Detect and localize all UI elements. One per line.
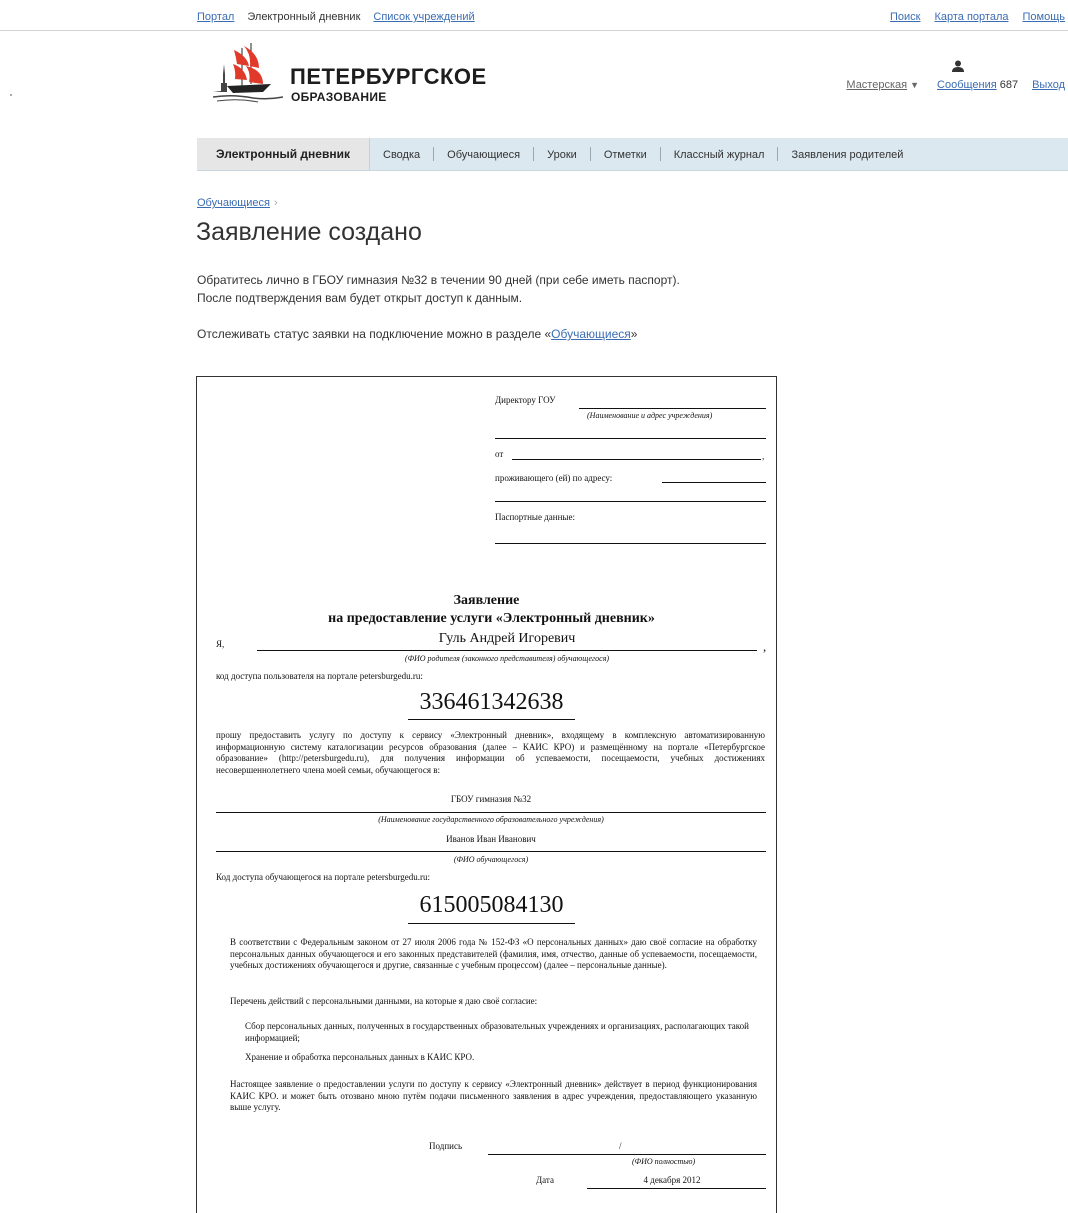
action-1: Сбор персональных данных, полученных в г… [245,1021,749,1043]
track-prefix: Отслеживать статус заявки на подключение… [197,327,552,341]
track-suffix: » [630,327,638,341]
document-title: Заявление [453,593,520,608]
ship-logo-icon [213,43,283,103]
fullname-hint: (ФИО полностью) [632,1157,696,1166]
signature-line [488,1154,766,1155]
student-code-label: Код доступа обучающегося на портале pete… [216,872,430,882]
user-icon[interactable] [952,60,964,72]
top-navigation: Портал Электронный дневник Список учрежден… [0,0,1068,31]
chevron-down-icon[interactable]: ▼ [910,80,919,90]
track-status-text: Отслеживать статус заявки на подключение… [197,327,637,341]
document-subtitle: на предоставление услуги «Электронный дн… [328,611,655,626]
school-line [216,812,766,813]
date-label: Дата [536,1175,554,1185]
validity-text: Настоящее заявление о предоставлении усл… [230,1079,757,1112]
from-comma: , [762,451,765,461]
director-hint: (Наименование и адрес учреждения) [587,411,713,420]
menu-separator [777,147,779,161]
info-line-2: После подтверждения вам будет открыт дос… [197,291,523,305]
date-value: 4 декабря 2012 [643,1175,701,1185]
application-document: Директору ГОУ (Наименование и адрес учре… [196,376,777,1213]
site-logo[interactable]: ПЕТЕРБУРГСКОЕ ОБРАЗОВАНИЕ [213,42,486,104]
menu-active-diary[interactable]: Электронный дневник [197,138,370,170]
residing-label: проживающего (ей) по адресу: [495,473,613,483]
address-line-1 [662,482,766,483]
date-line [587,1188,766,1189]
parent-hint: (ФИО родителя (законного представителя) … [404,654,610,663]
messages-link[interactable]: Сообщения [937,79,997,91]
from-label: от [495,449,504,459]
breadcrumb: Обучающиеся › [197,197,278,209]
track-students-link[interactable]: Обучающиеся [551,327,631,341]
user-area: Мастерская ▼ Сообщения 687 Выход [825,60,1065,100]
menu-item-lessons[interactable]: Уроки [547,149,577,161]
passport-line [495,543,766,544]
passport-label: Паспортные данные: [495,512,575,522]
student-access-code: 615005084130 [419,892,564,918]
menu-separator [533,147,535,161]
from-line [512,459,761,460]
info-line-1: Обратитесь лично в ГБОУ гимназия №32 в т… [197,273,680,287]
student-line [216,851,766,852]
user-code-line [408,719,575,720]
portal-link[interactable]: Портал [197,11,234,23]
menu-separator [433,147,435,161]
top-nav-left: Портал Электронный дневник Список учрежден… [197,11,488,23]
logout-link[interactable]: Выход [1032,79,1065,91]
actions-label: Перечень действий с персональными данным… [230,996,538,1006]
workshop-menu[interactable]: Мастерская [846,79,907,91]
search-link[interactable]: Поиск [890,11,920,23]
decorative-dot [10,94,12,96]
institution-line [495,438,766,439]
student-name: Иванов Иван Иванович [446,834,536,844]
parent-name: Гуль Андрей Игоревич [438,631,576,646]
diary-link-current: Электронный дневник [247,11,361,23]
student-code-line [408,923,575,924]
logo-subtitle: ОБРАЗОВАНИЕ [291,90,387,104]
top-nav-right: Поиск Карта портала Помощь [876,11,1065,23]
breadcrumb-students-link[interactable]: Обучающиеся [197,197,270,209]
student-hint: (ФИО обучающегося) [453,855,529,864]
parent-line [257,650,757,651]
sitemap-link[interactable]: Карта портала [934,11,1008,23]
menu-item-class-journal[interactable]: Классный журнал [674,149,765,161]
menu-separator [659,147,661,161]
director-label: Директору ГОУ [495,395,556,405]
consent-text: В соответствии с Федеральным законом от … [230,937,757,970]
school-hint: (Наименование государственного образоват… [378,815,604,824]
logo-title: ПЕТЕРБУРГСКОЕ [290,64,487,89]
page-title: Заявление создано [196,218,422,246]
user-code-label: код доступа пользователя на портале pete… [216,671,423,681]
info-text: Обратитесь лично в ГБОУ гимназия №32 в т… [197,271,897,307]
main-menu: Электронный дневник Сводка Обучающиеся Уро… [197,138,1068,171]
parent-comma: , [763,639,767,654]
menu-item-parent-applications[interactable]: Заявления родителей [791,149,903,161]
request-text: прошу предоставить услугу по доступу к с… [216,730,765,775]
menu-item-summary[interactable]: Сводка [383,149,420,161]
user-access-code: 336461342638 [419,689,564,715]
director-line [579,408,766,409]
i-prefix: Я, [216,639,225,649]
menu-item-students[interactable]: Обучающиеся [447,149,520,161]
chevron-right-icon: › [273,197,278,209]
menu-separator [589,147,591,161]
address-line-2 [495,501,766,502]
institutions-link[interactable]: Список учреждений [373,11,474,23]
menu-items: Сводка Обучающиеся Уроки Отметки Классный жу… [383,147,903,161]
school-name: ГБОУ гимназия №32 [450,794,532,804]
menu-item-marks[interactable]: Отметки [604,149,647,161]
action-2: Хранение и обработка персональных данных… [245,1052,475,1062]
help-link[interactable]: Помощь [1023,11,1066,23]
signature-slash: / [619,1141,622,1151]
messages-count: 687 [999,79,1019,91]
user-links: Мастерская ▼ Сообщения 687 Выход [846,79,1065,91]
signature-label: Подпись [429,1141,463,1151]
